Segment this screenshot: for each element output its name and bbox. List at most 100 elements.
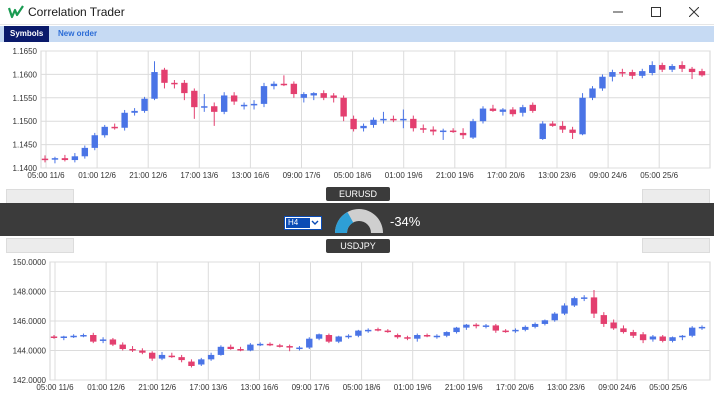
candle-up <box>240 104 248 107</box>
candle-up <box>360 125 367 129</box>
candle-down <box>423 335 431 337</box>
candle-down <box>237 349 244 351</box>
x-tick-label: 21:00 12/6 <box>138 383 176 392</box>
candle-down <box>492 325 500 331</box>
candle-down <box>509 109 517 115</box>
candle-down <box>394 335 401 338</box>
candle-down <box>50 336 58 338</box>
candle-down <box>340 97 347 117</box>
y-tick-label: 1.1600 <box>13 70 38 79</box>
candle-up <box>522 326 529 330</box>
candle-up <box>649 336 657 340</box>
candle-down <box>630 332 637 336</box>
candle-down <box>330 95 337 98</box>
x-tick-label: 21:00 19/6 <box>445 383 483 392</box>
candle-down <box>620 328 627 333</box>
candle-down <box>325 335 333 342</box>
x-tick-label: 01:00 12/6 <box>87 383 125 392</box>
candle-up <box>453 327 460 333</box>
candle-down <box>502 330 509 333</box>
candle-up <box>300 94 308 98</box>
candle-down <box>211 106 218 112</box>
x-tick-label: 17:00 13/6 <box>180 171 218 180</box>
left-panel-button-top[interactable] <box>6 189 74 204</box>
candle-up <box>679 335 686 338</box>
candle-down <box>276 345 284 347</box>
candle-up <box>201 106 208 108</box>
candle-up <box>400 118 407 121</box>
candle-up <box>247 344 254 351</box>
x-tick-label: 17:00 20/6 <box>487 171 525 180</box>
candle-down <box>119 344 126 350</box>
candle-up <box>551 313 558 321</box>
candle-down <box>489 108 497 111</box>
candle-down <box>472 324 480 327</box>
x-tick-label: 05:00 11/6 <box>27 171 65 180</box>
candle-up <box>250 103 258 106</box>
x-tick-label: 09:00 17/6 <box>283 171 321 180</box>
right-panel-button-top[interactable] <box>642 189 710 204</box>
candle-up <box>482 325 490 327</box>
eurusd-chart[interactable]: 1.16501.16001.15501.15001.14501.140005:0… <box>0 44 714 186</box>
minimize-button[interactable] <box>598 0 638 24</box>
candle-up <box>256 343 264 346</box>
candle-up <box>698 326 706 329</box>
candle-up <box>131 110 138 113</box>
tab-bar: Symbols New order <box>0 26 714 42</box>
candle-up <box>355 330 362 336</box>
candle-down <box>178 357 185 361</box>
candle-up <box>433 335 441 338</box>
title-bar: Correlation Trader <box>0 0 714 25</box>
x-tick-label: 01:00 19/6 <box>385 171 423 180</box>
x-tick-label: 09:00 24/6 <box>598 383 636 392</box>
symbol2-label: USDJPY <box>326 239 390 253</box>
candle-up <box>80 335 87 337</box>
candle-down <box>290 83 298 95</box>
candle-down <box>161 69 168 83</box>
candle-up <box>207 354 215 360</box>
y-tick-label: 148.0000 <box>13 288 47 297</box>
correlation-gauge <box>335 209 383 233</box>
candle-down <box>111 126 118 129</box>
tab-symbols[interactable]: Symbols <box>4 26 50 42</box>
candle-down <box>529 104 536 111</box>
candle-up <box>579 97 586 135</box>
candle-up <box>345 335 352 338</box>
candle-up <box>571 298 578 306</box>
candle-up <box>469 121 477 138</box>
candle-up <box>141 98 148 111</box>
candle-down <box>659 336 666 341</box>
candle-down <box>549 123 556 126</box>
candle-up <box>335 336 342 342</box>
candle-up <box>443 332 450 336</box>
candle-down <box>629 72 636 76</box>
tab-new-order[interactable]: New order <box>52 26 103 42</box>
candle-up <box>688 327 696 336</box>
candle-down <box>374 329 382 331</box>
x-tick-label: 05:00 25/6 <box>640 171 678 180</box>
candle-down <box>109 339 117 345</box>
candle-up <box>81 147 89 157</box>
timeframe-select[interactable]: H4 <box>284 216 322 230</box>
candle-down <box>420 128 427 130</box>
candle-up <box>414 335 421 339</box>
usdjpy-chart[interactable]: 150.0000148.0000146.0000144.0000142.0000… <box>0 256 714 394</box>
candle-up <box>121 112 128 128</box>
right-panel-button-bottom[interactable] <box>642 238 710 253</box>
maximize-button[interactable] <box>636 0 676 24</box>
candle-down <box>181 82 188 94</box>
candle-down <box>139 350 146 353</box>
candle-down <box>384 330 392 333</box>
left-panel-button-bottom[interactable] <box>6 238 74 253</box>
candle-up <box>260 86 268 104</box>
candle-down <box>350 118 357 130</box>
candle-up <box>479 108 487 122</box>
y-tick-label: 1.1500 <box>13 117 38 126</box>
candle-down <box>227 346 234 350</box>
candle-up <box>463 324 470 328</box>
candle-up <box>270 83 278 87</box>
x-tick-label: 13:00 16/6 <box>240 383 278 392</box>
candle-up <box>531 323 539 327</box>
close-button[interactable] <box>674 0 714 24</box>
candle-up <box>499 109 507 112</box>
